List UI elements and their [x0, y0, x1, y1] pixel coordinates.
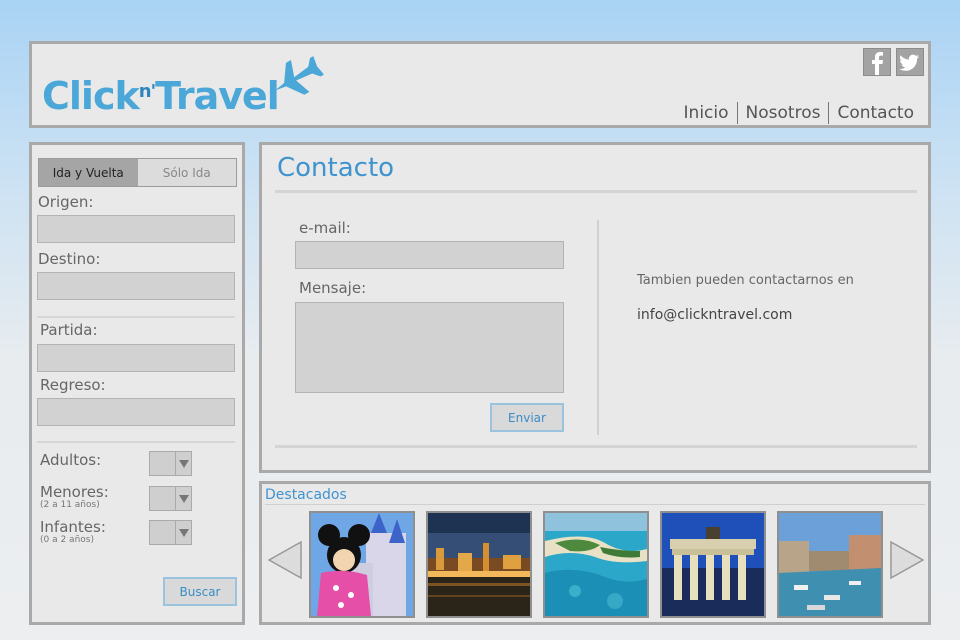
featured-thumb-city-night[interactable]	[426, 511, 532, 618]
featured-title: Destacados	[265, 487, 347, 503]
next-arrow-icon[interactable]	[887, 539, 927, 581]
return-date-input[interactable]	[37, 398, 235, 426]
departure-label: Partida:	[40, 321, 98, 339]
disney-castle-photo	[311, 513, 413, 616]
city-night-photo	[428, 513, 530, 616]
facebook-button[interactable]	[863, 48, 891, 76]
featured-thumb-brandenburg[interactable]	[660, 511, 766, 618]
nav-nosotros[interactable]: Nosotros	[736, 102, 829, 124]
origin-label: Origen:	[38, 193, 94, 211]
infants-age-note: (0 a 2 años)	[40, 535, 94, 545]
destination-label: Destino:	[38, 250, 101, 268]
divider	[275, 190, 917, 193]
adults-select[interactable]	[149, 451, 192, 476]
infants-select[interactable]	[149, 520, 192, 545]
chevron-down-icon	[178, 459, 189, 468]
contact-email-link[interactable]: info@clickntravel.com	[637, 307, 792, 323]
facebook-icon	[872, 52, 883, 75]
tab-one-way[interactable]: Sólo Ida	[137, 159, 236, 186]
featured-panel: Destacados	[259, 481, 931, 625]
airplane-icon	[269, 56, 324, 95]
featured-thumb-island[interactable]	[543, 511, 649, 618]
vertical-divider	[597, 220, 599, 435]
featured-thumb-venice[interactable]	[777, 511, 883, 618]
children-age-note: (2 a 11 años)	[40, 500, 100, 510]
search-button[interactable]: Buscar	[163, 577, 237, 606]
main-nav: Inicio Nosotros Contacto	[676, 102, 922, 124]
tropical-island-photo	[545, 513, 647, 616]
chevron-down-icon	[178, 528, 189, 537]
flight-search-panel: Ida y Vuelta Sólo Ida Origen: Destino: P…	[29, 142, 245, 625]
featured-thumb-disney[interactable]	[309, 511, 415, 618]
twitter-icon	[899, 54, 919, 71]
twitter-button[interactable]	[896, 48, 924, 76]
divider	[275, 445, 917, 448]
email-field[interactable]	[295, 241, 564, 269]
message-textarea[interactable]	[295, 302, 564, 393]
logo-text: Clickn'Travel	[42, 74, 280, 118]
departure-date-input[interactable]	[37, 344, 235, 372]
nav-contacto[interactable]: Contacto	[828, 102, 922, 124]
trip-type-tabs: Ida y Vuelta Sólo Ida	[38, 158, 237, 187]
venice-canal-photo	[779, 513, 881, 616]
children-select[interactable]	[149, 486, 192, 511]
divider	[37, 441, 235, 443]
divider	[265, 504, 925, 505]
page-title: Contacto	[277, 153, 395, 183]
infants-label: Infantes: (0 a 2 años)	[40, 518, 106, 545]
contact-info-text: Tambien pueden contactarnos en	[637, 273, 854, 288]
tab-round-trip[interactable]: Ida y Vuelta	[39, 159, 138, 186]
email-label: e-mail:	[299, 219, 351, 237]
adults-label: Adultos:	[40, 451, 102, 469]
nav-inicio[interactable]: Inicio	[676, 102, 737, 124]
header: Clickn'Travel Inicio Nosotros Contacto	[29, 41, 931, 128]
brandenburg-gate-photo	[662, 513, 764, 616]
contact-panel: Contacto e-mail: Mensaje: Enviar Tambien…	[259, 142, 931, 473]
destination-input[interactable]	[37, 272, 235, 300]
children-label: Menores: (2 a 11 años)	[40, 483, 109, 510]
send-button[interactable]: Enviar	[490, 403, 564, 432]
message-label: Mensaje:	[299, 279, 367, 297]
chevron-down-icon	[178, 494, 189, 503]
return-label: Regreso:	[40, 376, 106, 394]
origin-input[interactable]	[37, 215, 235, 243]
prev-arrow-icon[interactable]	[265, 539, 305, 581]
divider	[37, 316, 235, 318]
